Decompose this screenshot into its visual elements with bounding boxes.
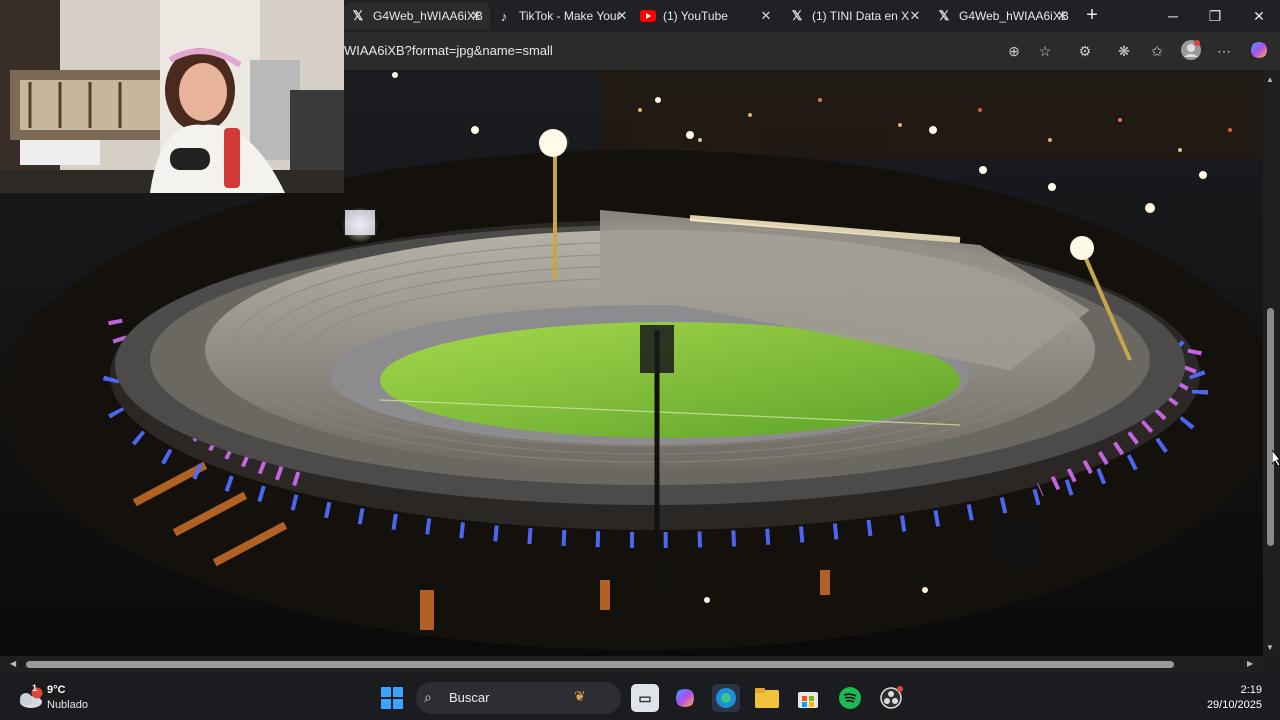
microsoft-store-icon[interactable]	[794, 684, 822, 712]
url-text[interactable]: WIAA6iXB?format=jpg&name=small	[344, 43, 553, 58]
weather-badge: 1	[32, 683, 38, 693]
copilot-sidebar-icon[interactable]: ❋	[1113, 40, 1135, 62]
new-tab-button[interactable]: +	[1080, 4, 1104, 28]
taskbar-search-box[interactable]	[416, 682, 621, 714]
search-highlight-icon: ❦	[574, 688, 586, 704]
close-tab-icon[interactable]: ✕	[907, 8, 923, 24]
favorites-icon[interactable]: ✩	[1146, 40, 1168, 62]
close-window-button[interactable]: ✕	[1241, 4, 1277, 28]
file-explorer-icon[interactable]	[753, 684, 781, 712]
tiktok-icon: ♪	[500, 8, 508, 24]
windows-start-icon[interactable]	[378, 684, 406, 712]
x-logo-icon: 𝕏	[938, 8, 950, 23]
search-icon: ⌕	[424, 689, 432, 705]
mouse-cursor-icon	[1271, 448, 1280, 471]
scroll-up-arrow-icon[interactable]: ▲	[1266, 75, 1274, 84]
close-tab-icon[interactable]: ✕	[1054, 8, 1070, 24]
webcam-feed	[0, 0, 344, 193]
extensions-icon[interactable]: ⚙	[1074, 40, 1096, 62]
spotify-icon[interactable]	[836, 684, 864, 712]
favorite-star-icon[interactable]: ☆	[1034, 40, 1056, 62]
copilot-icon[interactable]	[1248, 40, 1270, 62]
scroll-down-arrow-icon[interactable]: ▼	[1266, 643, 1274, 652]
weather-icon[interactable]	[16, 684, 44, 712]
tab-3[interactable]: (1) YouTube ✕	[636, 2, 780, 30]
clock-time[interactable]: 2:19	[1241, 684, 1262, 696]
close-tab-icon[interactable]: ✕	[468, 8, 484, 24]
scroll-left-arrow-icon[interactable]: ◀	[10, 659, 16, 668]
youtube-icon	[640, 8, 656, 24]
tab-1[interactable]: 𝕏 G4Web_hWIAA6iXB ✕	[344, 2, 490, 30]
x-logo-icon: 𝕏	[791, 8, 803, 23]
close-tab-icon[interactable]: ✕	[614, 8, 630, 24]
profile-avatar-icon[interactable]	[1180, 40, 1202, 62]
horizontal-scroll-thumb[interactable]	[26, 661, 1174, 668]
search-placeholder: Buscar	[449, 690, 490, 705]
webcam-overlay	[0, 0, 344, 193]
weather-temperature[interactable]: 9°C	[47, 684, 65, 696]
restore-button[interactable]: ❐	[1197, 4, 1233, 28]
scroll-right-arrow-icon[interactable]: ▶	[1247, 659, 1253, 668]
weather-description[interactable]: Nublado	[47, 699, 88, 711]
minimize-button[interactable]: ─	[1155, 4, 1191, 28]
more-menu-icon[interactable]: ⋯	[1213, 40, 1235, 62]
clock-date[interactable]: 29/10/2025	[1207, 699, 1262, 711]
x-logo-icon: 𝕏	[352, 8, 364, 23]
tab-5[interactable]: 𝕏 G4Web_hWIAA6iXB ✕	[930, 2, 1076, 30]
tab-4[interactable]: 𝕏 (1) TINI Data en X ✕	[783, 2, 929, 30]
task-view-icon[interactable]: ▭	[631, 684, 659, 712]
zoom-icon[interactable]: ⊕	[1003, 40, 1025, 62]
tab-2[interactable]: ♪ TikTok - Make Your ✕	[490, 2, 636, 30]
vertical-scroll-thumb[interactable]	[1267, 308, 1274, 546]
edge-browser-icon[interactable]	[712, 684, 740, 712]
copilot-app-icon[interactable]	[671, 684, 699, 712]
close-tab-icon[interactable]: ✕	[758, 8, 774, 24]
obs-studio-icon[interactable]	[877, 684, 905, 712]
